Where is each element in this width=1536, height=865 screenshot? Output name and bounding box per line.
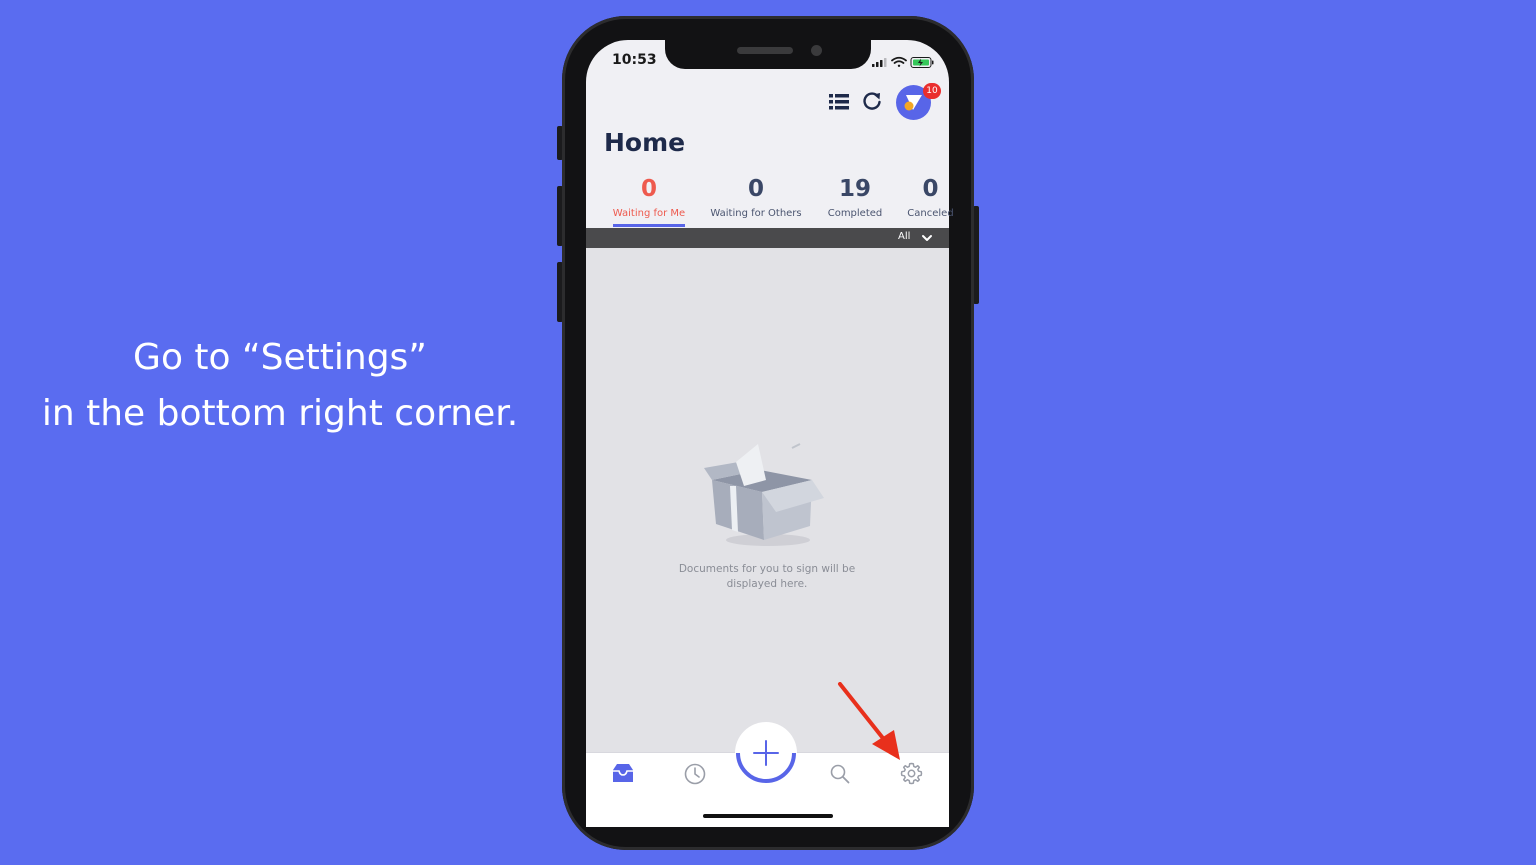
empty-state-line-2: displayed here. bbox=[726, 578, 808, 590]
stat-canceled[interactable]: 0 Canceled bbox=[903, 175, 958, 221]
search-icon[interactable] bbox=[829, 763, 851, 785]
add-icon bbox=[736, 740, 796, 783]
filter-dropdown[interactable]: All bbox=[898, 231, 910, 242]
speaker-grille bbox=[737, 47, 793, 54]
stat-label: Waiting for Others bbox=[710, 208, 802, 219]
empty-state-message: Documents for you to sign will be displa… bbox=[666, 562, 868, 592]
stat-count: 0 bbox=[640, 176, 657, 202]
stat-count: 0 bbox=[922, 176, 939, 202]
stat-count: 0 bbox=[747, 176, 764, 202]
list-icon[interactable] bbox=[828, 92, 850, 112]
signal-icon bbox=[872, 58, 887, 67]
phone-notch bbox=[665, 40, 871, 69]
inbox-icon[interactable] bbox=[611, 762, 635, 784]
status-icons bbox=[872, 56, 934, 68]
active-tab-indicator bbox=[613, 224, 685, 227]
wifi-icon bbox=[891, 56, 907, 67]
home-indicator bbox=[703, 814, 833, 818]
gear-icon[interactable] bbox=[899, 761, 924, 786]
battery-icon bbox=[910, 57, 934, 68]
instruction-text: Go to “Settings” in the bottom right cor… bbox=[0, 330, 560, 442]
stat-label: Canceled bbox=[907, 208, 954, 219]
page-title: Home bbox=[604, 128, 686, 157]
filter-bar bbox=[586, 228, 949, 248]
stat-label: Waiting for Me bbox=[612, 208, 686, 219]
stat-count: 19 bbox=[838, 176, 871, 202]
stat-waiting-for-others[interactable]: 0 Waiting for Others bbox=[706, 175, 806, 221]
stat-completed[interactable]: 19 Completed bbox=[820, 175, 890, 221]
empty-state-line-1: Documents for you to sign will be bbox=[678, 563, 856, 575]
stat-label: Completed bbox=[827, 208, 883, 219]
front-camera bbox=[811, 45, 822, 56]
add-button[interactable] bbox=[735, 722, 797, 784]
chevron-down-icon[interactable] bbox=[921, 233, 933, 243]
empty-box-icon bbox=[704, 443, 824, 546]
instruction-line-1: Go to “Settings” bbox=[133, 337, 427, 378]
status-time: 10:53 bbox=[612, 52, 657, 68]
pointer-arrow-icon bbox=[838, 682, 900, 760]
stat-waiting-for-me[interactable]: 0 Waiting for Me bbox=[604, 175, 694, 221]
notification-badge: 10 bbox=[923, 83, 941, 99]
instruction-line-2: in the bottom right corner. bbox=[41, 393, 519, 434]
refresh-icon[interactable] bbox=[861, 90, 883, 112]
clock-icon[interactable] bbox=[683, 762, 707, 786]
